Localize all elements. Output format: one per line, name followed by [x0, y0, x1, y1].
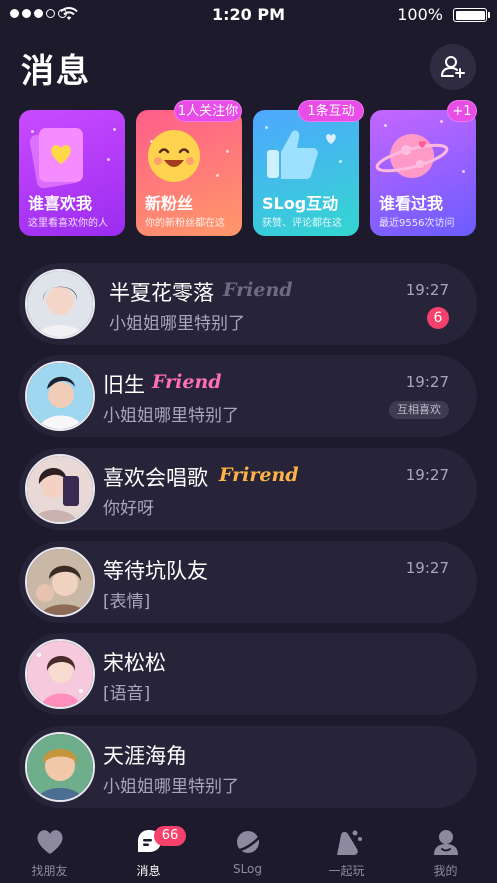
conversation-row[interactable]: 旧生 Friend 小姐姐哪里特别了 19:27 互相喜欢: [19, 355, 477, 437]
contact-name: 旧生: [103, 373, 145, 397]
contact-name: 半夏花零落: [109, 281, 214, 305]
tab-label: 一起玩: [328, 864, 365, 878]
new-fans-badge: 1人关注你: [174, 100, 242, 122]
battery-percentage: 100%: [397, 5, 443, 24]
friend-tag: Friend: [223, 279, 293, 301]
card-subtitle: 获赞、评论都在这: [262, 218, 342, 229]
message-preview: 小姐姐哪里特别了: [103, 777, 239, 797]
card-subtitle: 这里看喜欢你的人: [28, 218, 108, 229]
card-new-fans[interactable]: 新粉丝 你的新粉丝都在这: [136, 110, 242, 236]
contact-name: 等待坑队友: [103, 559, 208, 583]
avatar[interactable]: [25, 269, 95, 339]
message-time: 19:27: [405, 373, 449, 391]
heart-card-icon: [29, 128, 83, 188]
card-subtitle: 你的新粉丝都在这: [145, 218, 225, 229]
conversation-row[interactable]: 等待坑队友 [表情] 19:27: [19, 541, 477, 623]
card-who-viewed-me[interactable]: 谁看过我 最近9556次访问: [370, 110, 476, 236]
message-preview: [表情]: [103, 592, 151, 612]
contact-name: 天涯海角: [103, 744, 187, 768]
message-preview: [语音]: [103, 684, 151, 704]
tab-label: 我的: [433, 864, 458, 878]
profile-icon: [433, 830, 458, 855]
message-time: 19:27: [405, 281, 449, 299]
tab-label: SLog: [232, 862, 263, 876]
avatar[interactable]: [25, 361, 95, 431]
tab-find-friends[interactable]: 找朋友: [0, 820, 99, 883]
tab-label: 消息: [136, 864, 161, 878]
card-title: SLog互动: [262, 194, 339, 213]
battery-icon: [453, 8, 490, 22]
avatar[interactable]: [25, 547, 95, 617]
planet-tab-icon: [233, 830, 262, 853]
friend-tag: Friend: [152, 371, 222, 393]
play-together-icon: [336, 830, 362, 855]
mutual-like-badge: 互相喜欢: [389, 401, 449, 419]
conversation-row[interactable]: 半夏花零落 Friend 小姐姐哪里特别了 19:27 6: [19, 263, 477, 345]
messages-unread-badge: 66: [154, 826, 186, 846]
conversation-row[interactable]: 天涯海角 小姐姐哪里特别了: [19, 726, 477, 808]
tab-play-together[interactable]: 一起玩: [297, 820, 396, 883]
heart-icon: [36, 830, 63, 854]
conversation-row[interactable]: 宋松松 [语音]: [19, 633, 477, 715]
message-preview: 小姐姐哪里特别了: [109, 314, 245, 334]
smiley-face-icon: [148, 130, 200, 182]
message-preview: 你好呀: [103, 499, 154, 519]
contact-name: 喜欢会唱歌: [103, 466, 208, 490]
tab-slog[interactable]: SLog: [198, 820, 297, 883]
visitors-badge: +1: [447, 100, 477, 122]
avatar[interactable]: [25, 454, 95, 524]
friend-tag: Frirend: [219, 464, 299, 486]
avatar[interactable]: [25, 639, 95, 709]
card-title: 谁喜欢我: [28, 194, 93, 213]
contact-name: 宋松松: [103, 651, 166, 675]
bottom-tab-bar: 找朋友 消息 66 SLog 一起玩 我的: [0, 820, 497, 883]
tab-profile[interactable]: 我的: [396, 820, 495, 883]
conversation-row[interactable]: 喜欢会唱歌 Frirend 你好呀 19:27: [19, 448, 477, 530]
slog-interactions-badge: 1条互动: [298, 100, 364, 122]
thumbs-up-icon: [267, 130, 336, 179]
tab-label: 找朋友: [31, 864, 68, 878]
avatar[interactable]: [25, 732, 95, 802]
status-bar: 1:20 PM 100%: [0, 0, 497, 30]
add-friend-button[interactable]: [430, 44, 476, 90]
planet-icon: [375, 134, 449, 178]
card-who-likes-me[interactable]: 谁喜欢我 这里看喜欢你的人: [19, 110, 125, 236]
card-title: 新粉丝: [145, 194, 194, 213]
message-time: 19:27: [405, 466, 449, 484]
message-time: 19:27: [405, 559, 449, 577]
message-preview: 小姐姐哪里特别了: [103, 406, 239, 426]
add-friend-icon: [441, 56, 465, 78]
page-title: 消息: [21, 51, 91, 90]
card-title: 谁看过我: [379, 194, 444, 213]
unread-count-badge: 6: [427, 307, 449, 329]
card-slog-interactions[interactable]: SLog互动 获赞、评论都在这: [253, 110, 359, 236]
card-subtitle: 最近9556次访问: [379, 218, 455, 229]
